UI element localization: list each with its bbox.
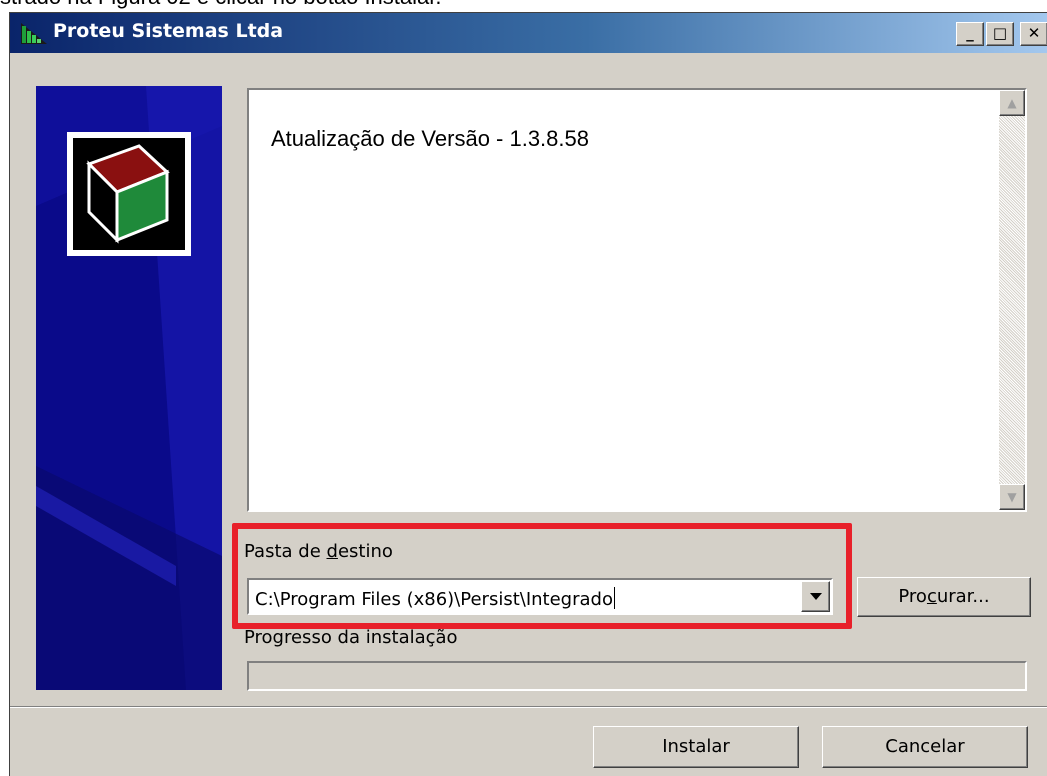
browse-label-suffix: urar...	[936, 586, 990, 607]
side-banner	[36, 86, 222, 690]
vertical-scrollbar[interactable]: ▲ ▼	[999, 90, 1025, 510]
install-button[interactable]: Instalar	[593, 726, 799, 768]
document-caption: strado na Figura 02 e clicar no botão In…	[0, 0, 441, 10]
close-button[interactable]: ✕	[1020, 22, 1047, 46]
release-notes-box[interactable]: Atualização de Versão - 1.3.8.58 ▲ ▼	[247, 88, 1027, 512]
title-bar[interactable]: Proteu Sistemas Ltda _ □ ✕	[10, 13, 1047, 53]
product-logo-icon	[67, 132, 191, 256]
window-title: Proteu Sistemas Ltda	[53, 20, 284, 42]
destination-highlight-box	[232, 523, 852, 629]
minimize-button[interactable]: _	[956, 22, 984, 46]
installer-window: Proteu Sistemas Ltda _ □ ✕ Atualização d…	[9, 12, 1047, 776]
maximize-button[interactable]: □	[986, 22, 1014, 46]
browse-label-accel: c	[926, 586, 937, 607]
scroll-up-icon[interactable]: ▲	[999, 90, 1025, 116]
progress-label: Progresso da instalação	[244, 627, 458, 648]
app-icon	[21, 23, 47, 44]
footer-separator	[10, 706, 1047, 708]
scroll-down-icon[interactable]: ▼	[999, 484, 1025, 510]
browse-label-prefix: Pro	[898, 586, 927, 607]
browse-button[interactable]: Procurar...	[857, 577, 1031, 617]
install-progress-bar	[247, 661, 1027, 691]
release-notes-text: Atualização de Versão - 1.3.8.58	[271, 126, 589, 151]
cancel-button[interactable]: Cancelar	[822, 726, 1028, 768]
